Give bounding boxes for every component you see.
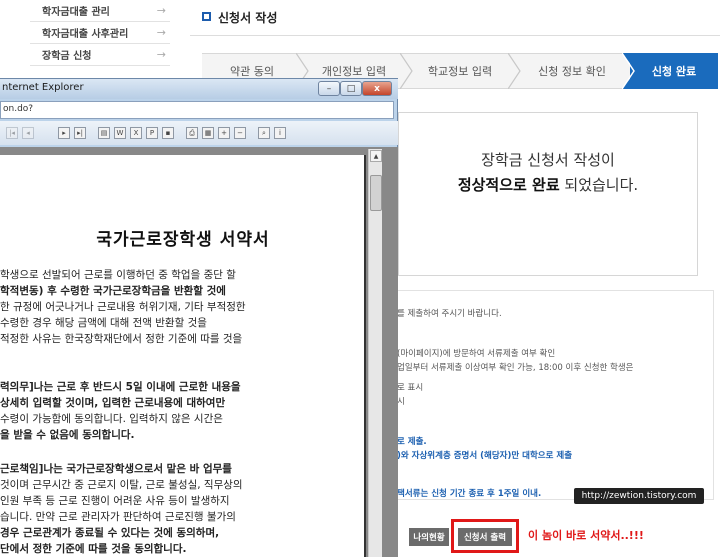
notice-line: 시 [397, 397, 405, 407]
doc-line: 수령이 가능함에 동의합니다. 입력하지 않은 시간은 [0, 413, 223, 425]
completion-emphasis: 정상적으로 완료 [457, 176, 560, 194]
doc-line: 상세히 입력할 것이며, 입력한 근로내용에 대하여만 [0, 397, 226, 409]
arrow-right-icon: → [156, 26, 166, 39]
doc-line: 경우 근로관계가 종료될 수 있다는 것에 동의하며, [0, 527, 220, 539]
step-label: 약관 동의 [230, 65, 274, 78]
setup-icon[interactable]: ▦ [202, 127, 214, 139]
notice-line: 로 표시 [397, 383, 424, 393]
document-page: 국가근로장학생 서약서 학생으로 선발되어 근로를 이행하던 중 학업을 중단 … [0, 155, 366, 557]
document-title: 국가근로장학생 서약서 [96, 230, 270, 250]
notice-line: 를 제출하여 주시기 바랍니다. [397, 309, 502, 319]
blog-watermark: http://zewtion.tistory.com [574, 488, 704, 504]
step-chevron-icon [400, 53, 413, 89]
doc-line: 력의무]나는 근로 후 반드시 5일 이내에 근로한 내용을 [0, 381, 241, 393]
page-header: 신청서 작성 [190, 0, 720, 36]
step-label: 개인정보 입력 [321, 65, 387, 78]
save-icon[interactable]: ▪ [162, 127, 174, 139]
maximize-button[interactable]: □ [340, 81, 362, 96]
completion-line2-rest: 되었습니다. [559, 176, 639, 194]
report-viewer: 국가근로장학생 서약서 학생으로 선발되어 근로를 이행하던 중 학업을 중단 … [0, 147, 398, 557]
step-label: 신청 완료 [651, 65, 697, 78]
window-titlebar[interactable]: nternet Explorer – □ x [0, 79, 398, 99]
sidebar-item-label: 학자금대출 관리 [42, 7, 110, 18]
my-status-button[interactable]: 나의현황 [409, 528, 449, 546]
sidebar-item-label: 학자금대출 사후관리 [42, 29, 129, 40]
scroll-up-icon[interactable]: ▲ [370, 150, 382, 162]
doc-line: 근로책임]나는 국가근로장학생으로서 맡은 바 업무를 [0, 463, 232, 475]
annotation-text: 이 놈이 바로 서약서..!!! [528, 529, 644, 542]
notice-line: 택서류는 신청 기간 종료 후 1주일 이내. [397, 489, 542, 499]
completion-line2: 정상적으로 완료 되었습니다. [399, 174, 697, 195]
sidebar-menu: 학자금대출 관리 → 학자금대출 사후관리 → 장학금 신청 → [30, 0, 170, 80]
first-page-icon[interactable]: |◂ [6, 127, 18, 139]
completion-message-box: 장학금 신청서 작성이 정상적으로 완료 되었습니다. [398, 112, 698, 276]
word-icon[interactable]: W [114, 127, 126, 139]
notice-box: 를 제출하여 주시기 바랍니다. (마이페이지)에 방문하여 서류제출 여부 확… [390, 290, 714, 500]
step-school-info: 학교정보 입력 [406, 53, 514, 89]
doc-line: 을 받을 수 없음에 동의합니다. [0, 429, 135, 441]
doc-line: 인원 부족 등 근로 진행이 어려운 사유 등이 발생하지 [0, 495, 230, 507]
pdf-icon[interactable]: P [146, 127, 158, 139]
step-chevron-icon [508, 53, 521, 89]
notice-line: (마이페이지)에 방문하여 서류제출 여부 확인 [397, 349, 556, 359]
step-label: 학교정보 입력 [427, 65, 493, 78]
last-page-icon[interactable]: ▸| [74, 127, 86, 139]
doc-line: 적정한 사유는 한국장학재단에서 정한 기준에 따를 것을 [0, 333, 243, 345]
sidebar-item-loan-management[interactable]: 학자금대출 관리 → [30, 0, 170, 22]
highlight-box [451, 519, 519, 553]
doc-line: 단에서 정한 기준에 따를 것을 동의합니다. [0, 543, 187, 555]
print-icon[interactable]: ⎙ [186, 127, 198, 139]
minimize-button[interactable]: – [318, 81, 340, 96]
zoom-out-icon[interactable]: − [234, 127, 246, 139]
doc-line: 것이며 근무시간 중 근로지 이탈, 근로 불성실, 직무상의 [0, 479, 243, 491]
page-title: 신청서 작성 [218, 11, 278, 25]
sidebar-item-scholarship-apply[interactable]: 장학금 신청 → [30, 44, 170, 66]
sidebar-item-loan-aftercare[interactable]: 학자금대출 사후관리 → [30, 22, 170, 44]
step-label: 신청 정보 확인 [538, 65, 606, 78]
next-page-icon[interactable]: ▸ [58, 127, 70, 139]
info-icon[interactable]: i [274, 127, 286, 139]
step-complete: 신청 완료 [630, 53, 718, 89]
doc-line: 한 규정에 어긋나거나 근로내용 허위기재, 기타 부적정한 [0, 301, 246, 313]
search-icon[interactable]: ⌕ [258, 127, 270, 139]
completion-line1: 장학금 신청서 작성이 [481, 151, 615, 169]
step-confirm: 신청 정보 확인 [514, 53, 630, 89]
print-preview-toolbar: |◂ ◂ ▸ ▸| ▤ W X P ▪ ⎙ ▦ + − ⌕ i [0, 121, 398, 145]
sidebar-item-label: 장학금 신청 [42, 51, 92, 62]
notice-line: 로 제출. [397, 437, 427, 447]
notice-line: 업일부터 서류제출 이상여부 확인 가능, 18:00 이후 신청한 학생은 [397, 363, 634, 373]
address-bar[interactable]: on.do? [0, 101, 394, 119]
url-text: on.do? [3, 104, 34, 114]
notice-line: )와 자상위계층 증명서 (해당자)만 대학으로 제출 [397, 451, 573, 461]
doc-line: 수령한 경우 해당 금액에 대해 전액 반환할 것을 [0, 317, 207, 329]
close-button[interactable]: x [362, 81, 392, 96]
doc-line: 학적변동) 후 수령한 국가근로장학금을 반환할 것에 [0, 285, 226, 297]
scroll-thumb[interactable] [370, 175, 382, 211]
prev-page-icon[interactable]: ◂ [22, 127, 34, 139]
arrow-right-icon: → [156, 4, 166, 17]
square-bullet-icon [202, 12, 211, 21]
export-icon[interactable]: ▤ [98, 127, 110, 139]
step-chevron-icon [622, 53, 636, 89]
arrow-right-icon: → [156, 48, 166, 61]
doc-line: 학생으로 선발되어 근로를 이행하던 중 학업을 중단 할 [0, 269, 236, 281]
zoom-in-icon[interactable]: + [218, 127, 230, 139]
excel-icon[interactable]: X [130, 127, 142, 139]
window-title: nternet Explorer [2, 82, 84, 93]
vertical-scrollbar[interactable]: ▲ [368, 149, 382, 557]
doc-line: 습니다. 만약 근로 관리자가 판단하여 근로진행 불가의 [0, 511, 236, 523]
ie-popup-window: nternet Explorer – □ x on.do? |◂ ◂ ▸ ▸| … [0, 78, 398, 557]
